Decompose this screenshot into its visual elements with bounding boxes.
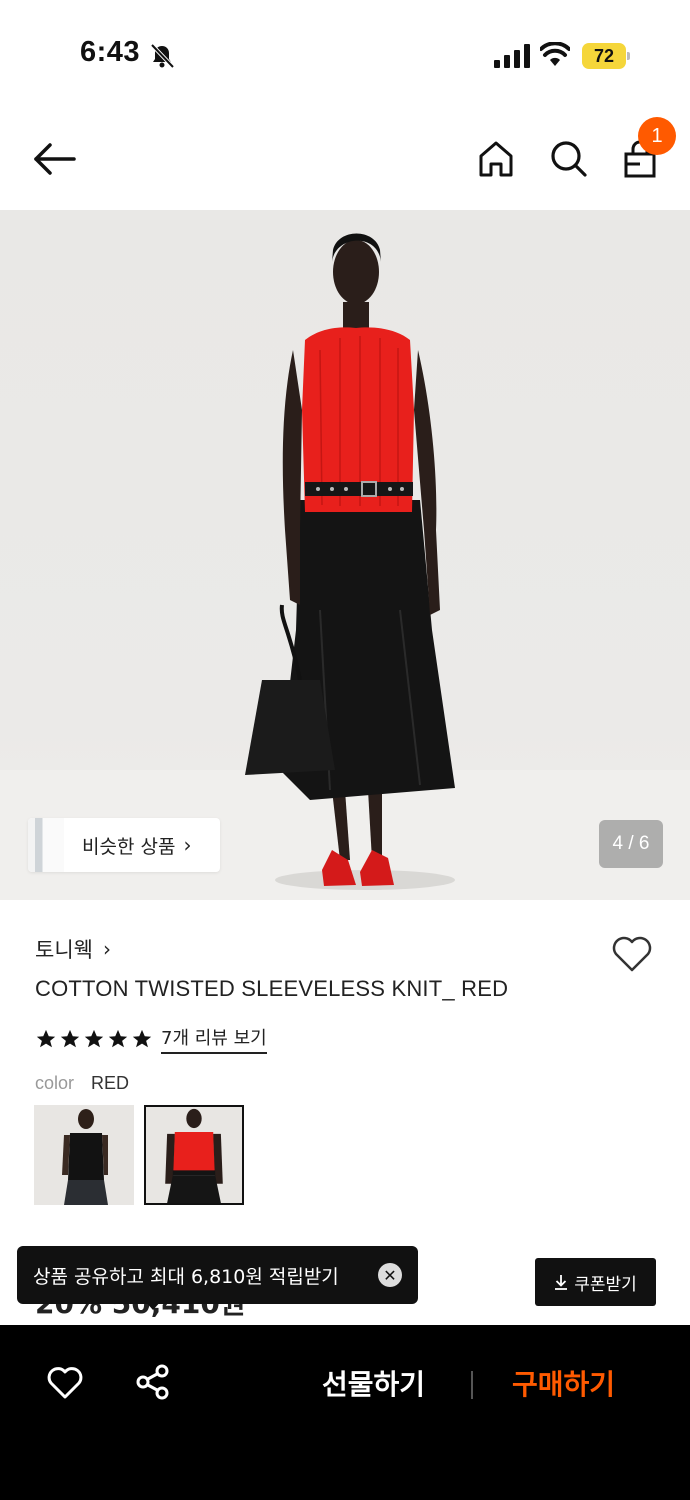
gift-button[interactable]: 선물하기 [322,1363,425,1403]
share-reward-toast: 상품 공유하고 최대 6,810원 적립받기 ✕ [17,1246,418,1304]
cellular-signal-icon [494,44,530,68]
swatch-red-photo [146,1107,242,1203]
similar-products-button[interactable]: 비슷한 상품 › [28,818,220,872]
star-icon [84,1029,104,1048]
buy-button[interactable]: 구매하기 [512,1363,615,1403]
brand-name: 토니웩 [35,938,93,962]
rating-row: 7개 리뷰 보기 [35,1024,267,1054]
bottom-action-bar: 선물하기 구매하기 [0,1325,690,1500]
battery-icon: 72 [582,43,630,69]
color-value: RED [91,1073,130,1093]
toast-pointer [144,1300,162,1310]
download-icon [555,1275,568,1290]
coupon-button[interactable]: 쿠폰받기 [535,1258,656,1306]
heart-icon[interactable] [46,1365,84,1401]
image-pager: 4 / 6 [599,820,663,868]
star-icon [132,1029,152,1048]
similar-products-thumbnail [28,818,64,872]
chevron-right-icon: › [183,833,192,857]
swatch-black-photo [34,1105,134,1205]
search-icon[interactable] [548,138,588,180]
home-icon[interactable] [476,138,516,180]
back-arrow-icon[interactable] [30,138,80,180]
similar-products-label: 비슷한 상품 [82,835,176,858]
wishlist-heart-icon[interactable] [610,934,654,974]
bell-off-icon [150,43,175,69]
status-time: 6:43 [80,36,141,68]
review-link[interactable]: 7개 리뷰 보기 [161,1024,267,1054]
color-swatch-black[interactable] [34,1105,134,1205]
divider [471,1371,473,1399]
cart-count-badge: 1 [638,117,676,155]
close-icon[interactable]: ✕ [378,1263,402,1287]
color-row: color RED [35,1073,129,1094]
color-label: color [35,1073,75,1093]
star-icon [60,1029,80,1048]
brand-link[interactable]: 토니웩 › [35,934,111,964]
chevron-right-icon: › [102,937,111,961]
color-swatch-red[interactable] [144,1105,244,1205]
wifi-icon [540,42,570,66]
star-rating [35,1028,153,1050]
product-photo [245,233,455,890]
star-icon [36,1029,56,1048]
top-nav [0,110,690,210]
battery-level: 72 [582,43,626,69]
status-bar: 6:43 72 [0,0,690,110]
share-icon[interactable] [134,1363,172,1401]
product-title: COTTON TWISTED SLEEVELESS KNIT_ RED [35,976,509,1001]
coupon-label: 쿠폰받기 [574,1274,637,1295]
product-image-gallery[interactable]: 비슷한 상품 › 4 / 6 [0,210,690,900]
star-icon [108,1029,128,1048]
toast-text: 상품 공유하고 최대 6,810원 적립받기 [33,1265,339,1288]
